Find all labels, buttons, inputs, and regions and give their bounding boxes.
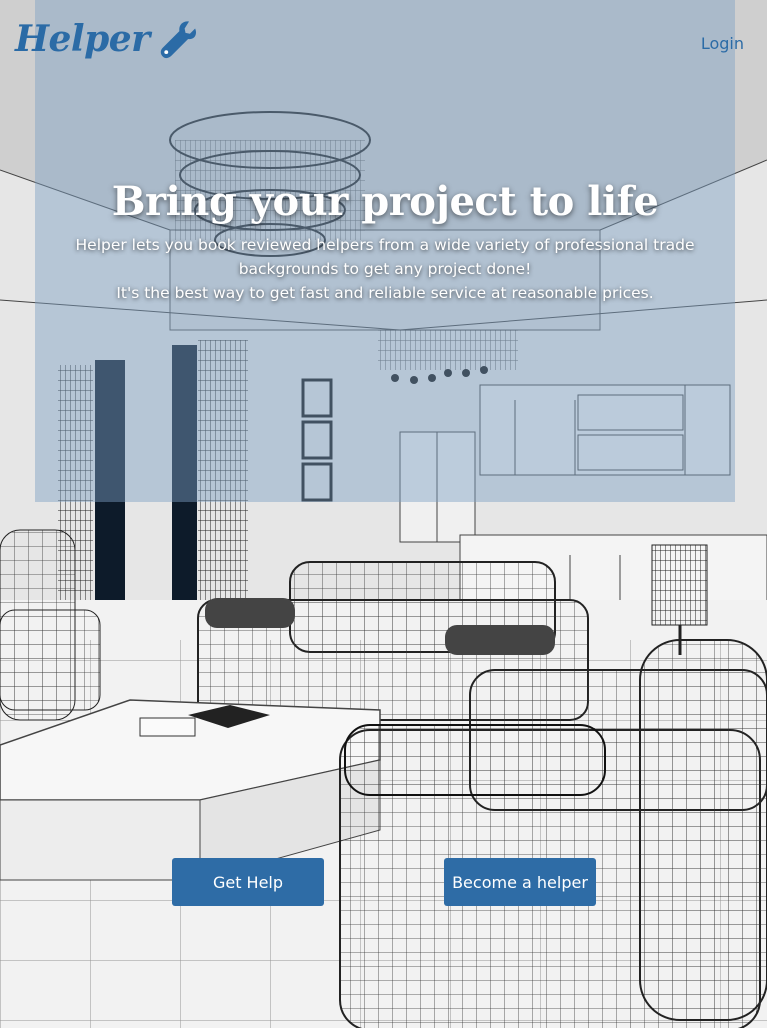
get-help-button[interactable]: Get Help bbox=[172, 858, 324, 906]
hero-title: Bring your project to life bbox=[111, 178, 659, 225]
brand-logo[interactable]: Helper bbox=[15, 18, 196, 60]
hero-description-line-3: It's the best way to get fast and reliab… bbox=[116, 284, 654, 302]
hero-description: Helper lets you book reviewed helpers fr… bbox=[35, 233, 735, 305]
wrench-icon bbox=[160, 21, 196, 59]
site-header: Helper Login bbox=[0, 0, 767, 90]
hero-section: Bring your project to life Helper lets y… bbox=[35, 178, 735, 305]
landing-page: Helper Login Bring your project to life … bbox=[0, 0, 767, 1028]
login-link[interactable]: Login bbox=[701, 34, 744, 53]
brand-name: Helper bbox=[15, 18, 150, 60]
hero-description-line-1: Helper lets you book reviewed helpers fr… bbox=[75, 236, 695, 254]
become-helper-button[interactable]: Become a helper bbox=[444, 858, 596, 906]
hero-description-line-2: backgrounds to get any project done! bbox=[238, 260, 532, 278]
